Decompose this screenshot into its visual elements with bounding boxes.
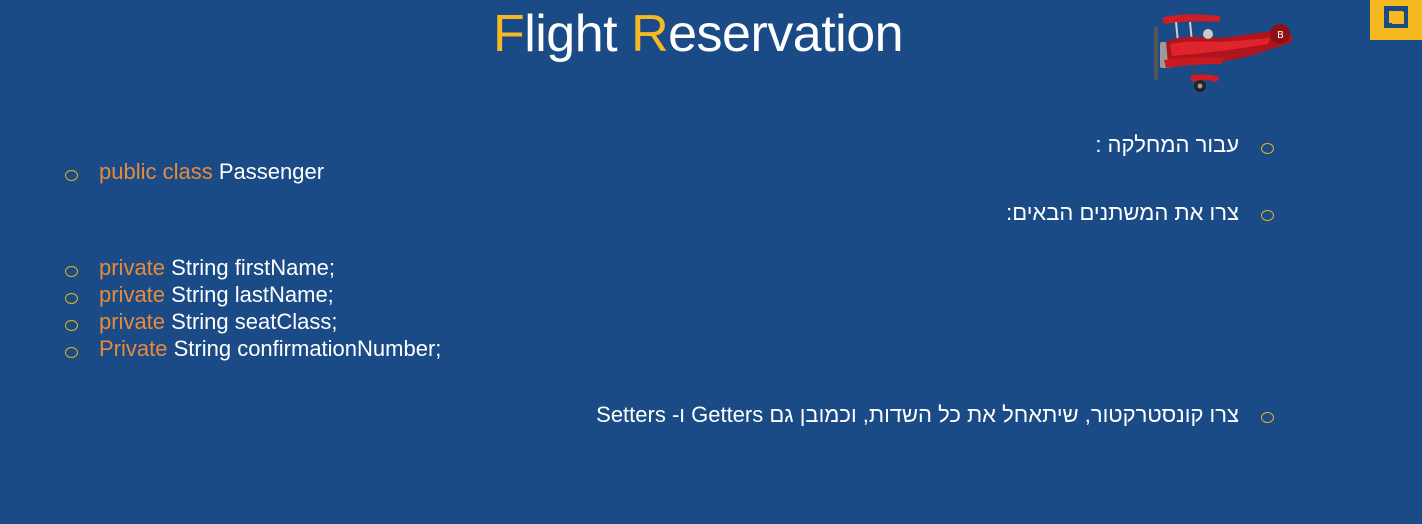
bullet-icon (65, 320, 78, 331)
bullet-icon (1261, 143, 1274, 154)
bullet-icon (1261, 210, 1274, 221)
field-line: private String lastName; (99, 282, 334, 308)
title-word-eservation: eservation (668, 5, 904, 63)
field-line: Private String confirmationNumber; (99, 336, 441, 362)
corner-decoration (1370, 0, 1422, 40)
hebrew-line-variables: צרו את המשתנים הבאים: (1006, 200, 1239, 225)
title-initial-f: F (492, 5, 525, 63)
hebrew-line-constructor: צרו קונסטרקטור, שיתאחל את כל השדות, וכמו… (596, 402, 1239, 427)
field-line: private String seatClass; (99, 309, 337, 335)
class-keyword: public class (99, 159, 213, 184)
class-name: Passenger (218, 159, 325, 184)
title-word-light: light (524, 5, 618, 63)
corner-square-fill (1392, 12, 1404, 24)
title-initial-r: R (631, 5, 669, 63)
field-declaration: String lastName; (171, 282, 334, 307)
red-biplane-icon: B (1154, 14, 1293, 92)
field-declaration: String confirmationNumber; (173, 336, 442, 361)
field-modifier: Private (99, 336, 168, 361)
bullet-icon (65, 266, 78, 277)
field-declaration: String firstName; (171, 255, 335, 280)
bullet-icon (1261, 412, 1274, 423)
field-declaration: String seatClass; (171, 309, 338, 334)
hebrew-line-class-intro: עבור המחלקה : (1095, 132, 1239, 157)
svg-text:B: B (1277, 30, 1284, 41)
bullet-icon (65, 293, 78, 304)
field-modifier: private (99, 309, 166, 334)
class-declaration: public class Passenger (99, 159, 324, 185)
bullet-icon (65, 347, 78, 358)
bullet-icon (65, 170, 78, 181)
field-line: private String firstName; (99, 255, 335, 281)
field-modifier: private (99, 282, 166, 307)
field-modifier: private (99, 255, 166, 280)
